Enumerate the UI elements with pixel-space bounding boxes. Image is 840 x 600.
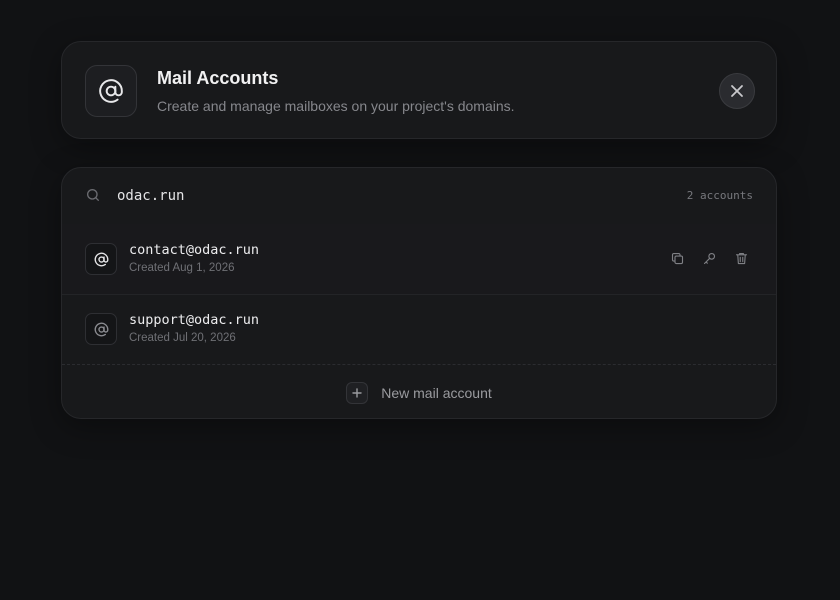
at-sign-icon [85,313,117,345]
account-actions [668,249,750,267]
plus-icon [346,381,369,404]
close-button[interactable] [719,73,755,109]
mail-accounts-list: 2 accounts contact@odac.run Created Aug … [61,167,777,419]
search-bar: 2 accounts [62,168,776,225]
page-subtitle: Create and manage mailboxes on your proj… [157,98,515,114]
page-title: Mail Accounts [157,68,279,88]
account-count: 2 accounts [686,189,753,202]
account-created-date: Created Jul 20, 2026 [129,332,236,344]
account-row-contact[interactable]: contact@odac.run Created Aug 1, 2026 [62,224,776,295]
account-email: support@odac.run [129,312,260,328]
mail-accounts-header: Mail Accounts Create and manage mailboxe… [61,41,777,139]
at-sign-icon [85,243,117,275]
at-sign-icon [85,65,137,117]
account-row-support[interactable]: support@odac.run Created Jul 20, 2026 [62,294,776,365]
new-mail-account-label: New mail account [381,384,492,401]
search-input[interactable] [117,184,597,208]
search-icon [87,189,99,201]
trash-icon[interactable] [732,249,750,267]
copy-icon[interactable] [668,249,686,267]
key-icon[interactable] [700,249,718,267]
account-email: contact@odac.run [129,242,260,258]
new-mail-account-button[interactable]: New mail account [62,365,776,418]
account-created-date: Created Aug 1, 2026 [129,262,235,274]
close-icon [731,85,743,97]
